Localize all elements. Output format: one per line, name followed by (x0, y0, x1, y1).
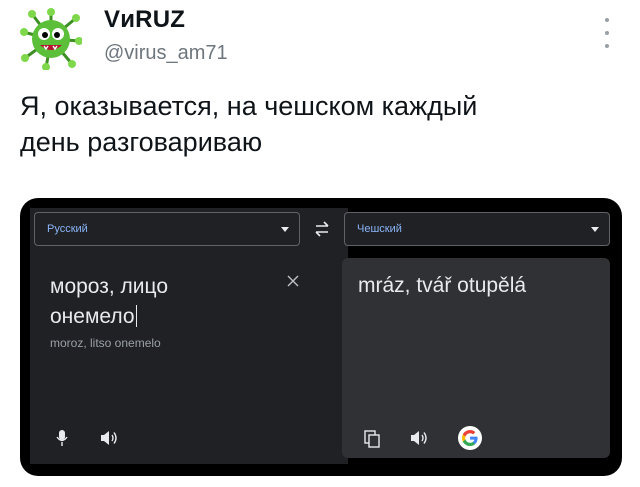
display-name[interactable]: VиRUZ (104, 6, 185, 34)
microphone-icon[interactable] (56, 429, 68, 447)
target-language-select[interactable]: Чешский (344, 212, 610, 246)
translation-output: mráz, tvář otupělá (358, 274, 527, 297)
swap-languages-icon[interactable] (312, 220, 332, 238)
text-cursor (135, 305, 137, 327)
chevron-down-icon (591, 227, 599, 232)
source-language-label: Русский (47, 223, 88, 235)
avatar[interactable] (20, 8, 82, 70)
clear-text-icon[interactable] (286, 274, 300, 288)
source-language-select[interactable]: Русский (34, 212, 300, 246)
tweet-text: Я, оказывается, на чешском каждый день р… (20, 88, 610, 160)
chevron-down-icon (281, 227, 289, 232)
source-text-line-2: онемело (50, 305, 135, 328)
more-icon[interactable] (600, 18, 614, 48)
user-handle[interactable]: @virus_am71 (104, 42, 228, 65)
tweet-text-line-1: Я, оказывается, на чешском каждый (20, 91, 478, 121)
copy-icon[interactable] (364, 430, 380, 448)
source-text-input[interactable]: мороз, лицо онемело (50, 272, 168, 332)
tweet-media-image[interactable]: Русский Чешский мороз, лицо онемело moro… (20, 198, 622, 476)
google-logo-icon (458, 426, 482, 450)
transliteration: moroz, litso onemelo (50, 336, 161, 350)
speaker-icon[interactable] (410, 430, 428, 446)
source-text-line-1: мороз, лицо (50, 275, 168, 298)
speaker-icon[interactable] (100, 430, 118, 446)
tweet-text-line-2: день разговариваю (20, 127, 263, 157)
target-language-label: Чешский (357, 223, 402, 235)
